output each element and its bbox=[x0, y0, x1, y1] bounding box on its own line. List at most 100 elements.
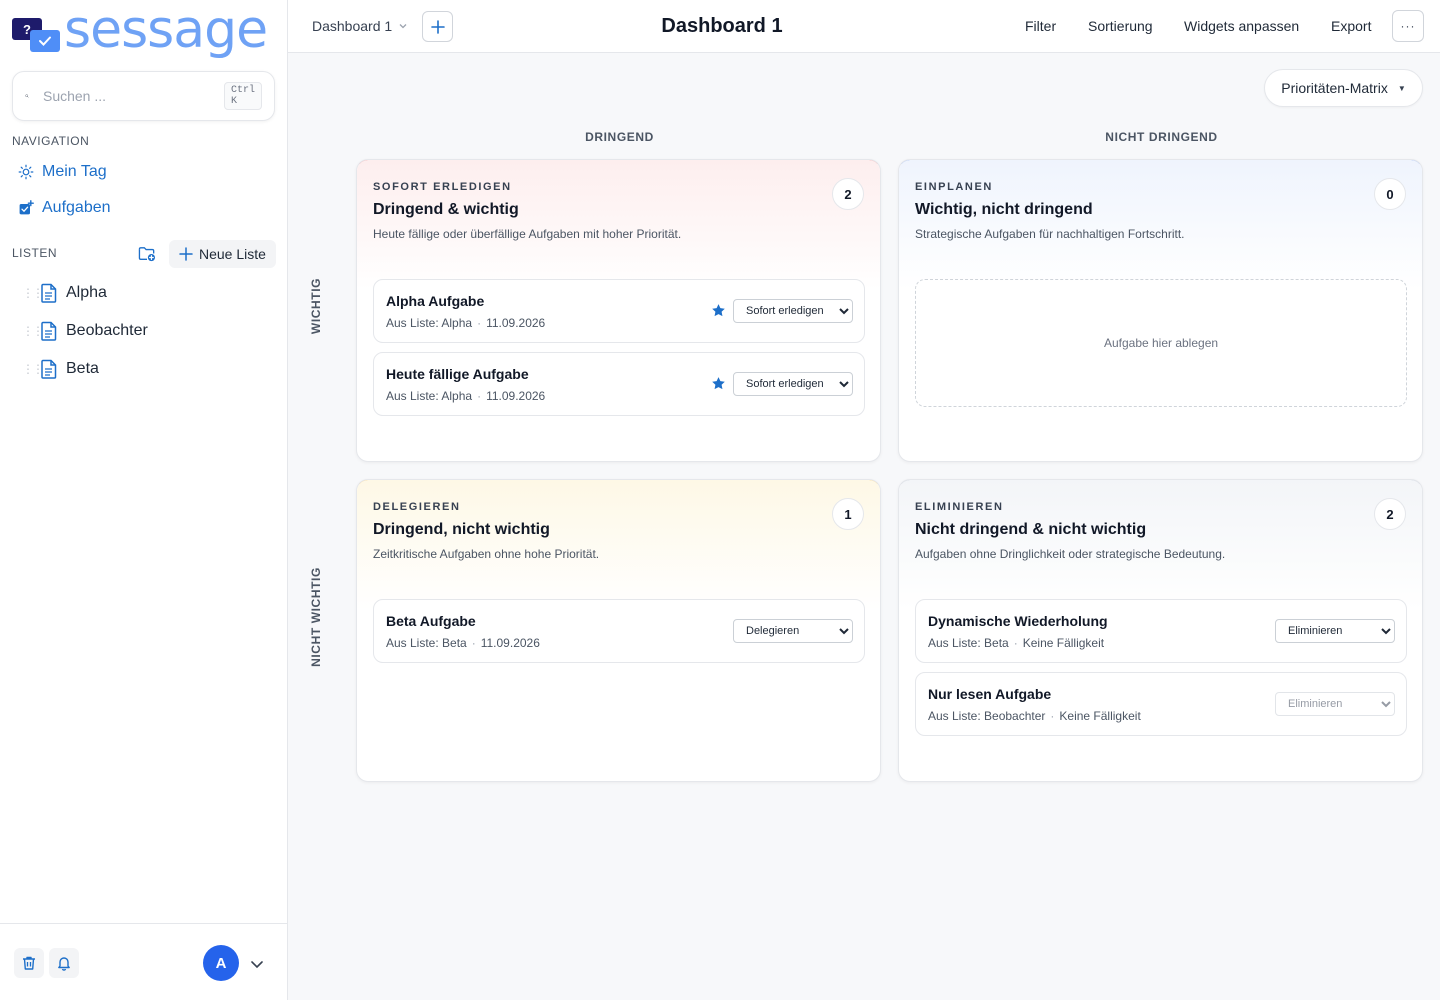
task-title: Alpha Aufgabe bbox=[386, 293, 485, 309]
task-card[interactable]: Heute fällige Aufgabe Aus Liste: Alpha ·… bbox=[373, 352, 865, 416]
quadrant-description: Aufgaben ohne Dringlichkeit oder strateg… bbox=[915, 547, 1226, 561]
task-source-list: Aus Liste: Beta bbox=[928, 636, 1009, 650]
navigation-label: NAVIGATION bbox=[12, 134, 90, 148]
quadrant-description: Zeitkritische Aufgaben ohne hohe Priorit… bbox=[373, 547, 600, 561]
quadrant-title: Dringend, nicht wichtig bbox=[373, 521, 550, 538]
filter-button[interactable]: Filter bbox=[1025, 18, 1056, 34]
quadrant-count-badge: 2 bbox=[832, 178, 864, 210]
drag-handle-icon[interactable]: ⋮⋮ bbox=[22, 362, 44, 376]
quadrant-schedule: EINPLANEN Wichtig, nicht dringend Strate… bbox=[898, 159, 1423, 462]
meta-separator: · bbox=[477, 389, 482, 403]
chevron-down-icon[interactable] bbox=[249, 956, 265, 972]
task-title: Nur lesen Aufgabe bbox=[928, 686, 1052, 702]
task-due-date: 11.09.2026 bbox=[480, 636, 540, 650]
bell-icon bbox=[58, 957, 70, 971]
task-drop-zone[interactable]: Aufgabe hier ablegen bbox=[915, 279, 1407, 407]
drag-handle-icon[interactable]: ⋮⋮ bbox=[22, 286, 44, 300]
task-card[interactable]: Nur lesen Aufgabe Aus Liste: Beobachter … bbox=[915, 672, 1407, 736]
task-meta: Aus Liste: Beobachter · Keine Fälligkeit bbox=[928, 709, 1141, 723]
new-list-button[interactable]: Neue Liste bbox=[169, 240, 276, 268]
sidebar-footer: A bbox=[0, 923, 287, 1000]
meta-separator: · bbox=[477, 316, 482, 330]
nav-item-aufgaben[interactable]: Aufgaben bbox=[18, 199, 111, 217]
quadrant-kicker: SOFORT ERLEDIGEN bbox=[373, 181, 512, 193]
search-shortcut-hint: Ctrl K bbox=[223, 82, 262, 110]
task-meta: Aus Liste: Beta · 11.09.2026 bbox=[386, 636, 540, 650]
folder-plus-icon bbox=[138, 247, 155, 262]
task-title: Dynamische Wiederholung bbox=[928, 613, 1108, 629]
search-input[interactable] bbox=[42, 88, 224, 104]
task-meta: Aus Liste: Alpha · 11.09.2026 bbox=[386, 389, 545, 403]
meta-separator: · bbox=[1050, 709, 1055, 723]
list-item-beta[interactable]: ⋮⋮ Beta bbox=[22, 359, 99, 379]
quadrant-status-select[interactable]: Sofort erledigenEinplanenDelegierenElimi… bbox=[733, 619, 853, 643]
quadrant-description: Strategische Aufgaben für nachhaltigen F… bbox=[915, 227, 1185, 241]
quadrant-delegate: DELEGIEREN Dringend, nicht wichtig Zeitk… bbox=[356, 479, 881, 782]
quadrant-status-select[interactable]: Sofort erledigenEinplanenDelegierenElimi… bbox=[733, 372, 853, 396]
top-bar: Dashboard 1 Dashboard 1 Filter Sortierun… bbox=[288, 0, 1440, 53]
task-meta: Aus Liste: Alpha · 11.09.2026 bbox=[386, 316, 545, 330]
task-source-list: Aus Liste: Beobachter bbox=[928, 709, 1046, 723]
quadrant-title: Dringend & wichtig bbox=[373, 201, 519, 218]
meta-separator: · bbox=[1013, 636, 1018, 650]
quadrant-status-select-readonly: Sofort erledigenEinplanenDelegierenElimi… bbox=[1275, 692, 1395, 716]
app-logo[interactable]: ? sessage bbox=[12, 0, 268, 60]
quadrant-kicker: EINPLANEN bbox=[915, 181, 993, 193]
document-icon bbox=[41, 283, 57, 303]
quadrant-title: Wichtig, nicht dringend bbox=[915, 201, 1093, 218]
user-avatar[interactable]: A bbox=[203, 945, 239, 981]
tasks-icon bbox=[19, 200, 34, 215]
search-box[interactable]: Ctrl K bbox=[12, 71, 275, 121]
quadrant-kicker: DELEGIEREN bbox=[373, 501, 461, 513]
view-mode-selector[interactable]: Prioritäten-Matrix ▼ bbox=[1264, 69, 1423, 107]
notifications-button[interactable] bbox=[49, 948, 79, 978]
task-title: Beta Aufgabe bbox=[386, 613, 476, 629]
document-icon bbox=[41, 359, 57, 379]
nav-item-mein-tag[interactable]: Mein Tag bbox=[18, 163, 107, 181]
meta-separator: · bbox=[471, 636, 476, 650]
quadrant-eliminate: ELIMINIEREN Nicht dringend & nicht wicht… bbox=[898, 479, 1423, 782]
more-options-button[interactable]: ··· bbox=[1392, 10, 1424, 42]
quadrant-kicker: ELIMINIEREN bbox=[915, 501, 1004, 513]
sort-button[interactable]: Sortierung bbox=[1088, 18, 1153, 34]
nav-item-label: Mein Tag bbox=[42, 163, 107, 180]
list-item-beobachter[interactable]: ⋮⋮ Beobachter bbox=[22, 321, 148, 341]
list-item-alpha[interactable]: ⋮⋮ Alpha bbox=[22, 283, 107, 303]
column-header-not-urgent: NICHT DRINGEND bbox=[1105, 130, 1218, 144]
customize-widgets-button[interactable]: Widgets anpassen bbox=[1184, 18, 1299, 34]
task-card[interactable]: Alpha Aufgabe Aus Liste: Alpha · 11.09.2… bbox=[373, 279, 865, 343]
quadrant-title: Nicht dringend & nicht wichtig bbox=[915, 521, 1147, 538]
star-icon[interactable] bbox=[711, 303, 726, 318]
task-source-list: Aus Liste: Alpha bbox=[386, 389, 473, 403]
row-header-important: WICHTIG bbox=[309, 277, 323, 335]
list-item-label: Beobachter bbox=[66, 322, 148, 339]
document-icon bbox=[41, 321, 57, 341]
list-item-label: Beta bbox=[66, 360, 99, 377]
star-icon[interactable] bbox=[711, 376, 726, 391]
task-meta: Aus Liste: Beta · Keine Fälligkeit bbox=[928, 636, 1104, 650]
view-mode-label: Prioritäten-Matrix bbox=[1281, 80, 1388, 96]
list-actions: Neue Liste bbox=[131, 240, 276, 268]
task-due-date: Keine Fälligkeit bbox=[1022, 636, 1105, 650]
task-due-date: Keine Fälligkeit bbox=[1059, 709, 1141, 723]
sidebar: ? sessage Ctrl K NAVIGATION Mein Tag Auf… bbox=[0, 0, 288, 1000]
trash-icon bbox=[23, 956, 35, 970]
quadrant-description: Heute fällige oder überfällige Aufgaben … bbox=[373, 227, 682, 241]
caret-down-icon: ▼ bbox=[1397, 83, 1406, 93]
lists-label: LISTEN bbox=[12, 246, 58, 260]
task-card[interactable]: Dynamische Wiederholung Aus Liste: Beta … bbox=[915, 599, 1407, 663]
quadrant-count-badge: 2 bbox=[1374, 498, 1406, 530]
search-icon bbox=[25, 94, 29, 98]
export-button[interactable]: Export bbox=[1331, 18, 1371, 34]
quadrant-status-select[interactable]: Sofort erledigenEinplanenDelegierenElimi… bbox=[733, 299, 853, 323]
task-card[interactable]: Beta Aufgabe Aus Liste: Beta · 11.09.202… bbox=[373, 599, 865, 663]
drag-handle-icon[interactable]: ⋮⋮ bbox=[22, 324, 44, 338]
task-source-list: Aus Liste: Alpha bbox=[386, 316, 473, 330]
sun-icon bbox=[18, 164, 34, 180]
brand-name: sessage bbox=[64, 0, 268, 60]
quadrant-status-select[interactable]: Sofort erledigenEinplanenDelegierenElimi… bbox=[1275, 619, 1395, 643]
task-title: Heute fällige Aufgabe bbox=[386, 366, 529, 382]
quadrant-count-badge: 1 bbox=[832, 498, 864, 530]
new-folder-button[interactable] bbox=[131, 240, 163, 268]
trash-button[interactable] bbox=[14, 948, 44, 978]
